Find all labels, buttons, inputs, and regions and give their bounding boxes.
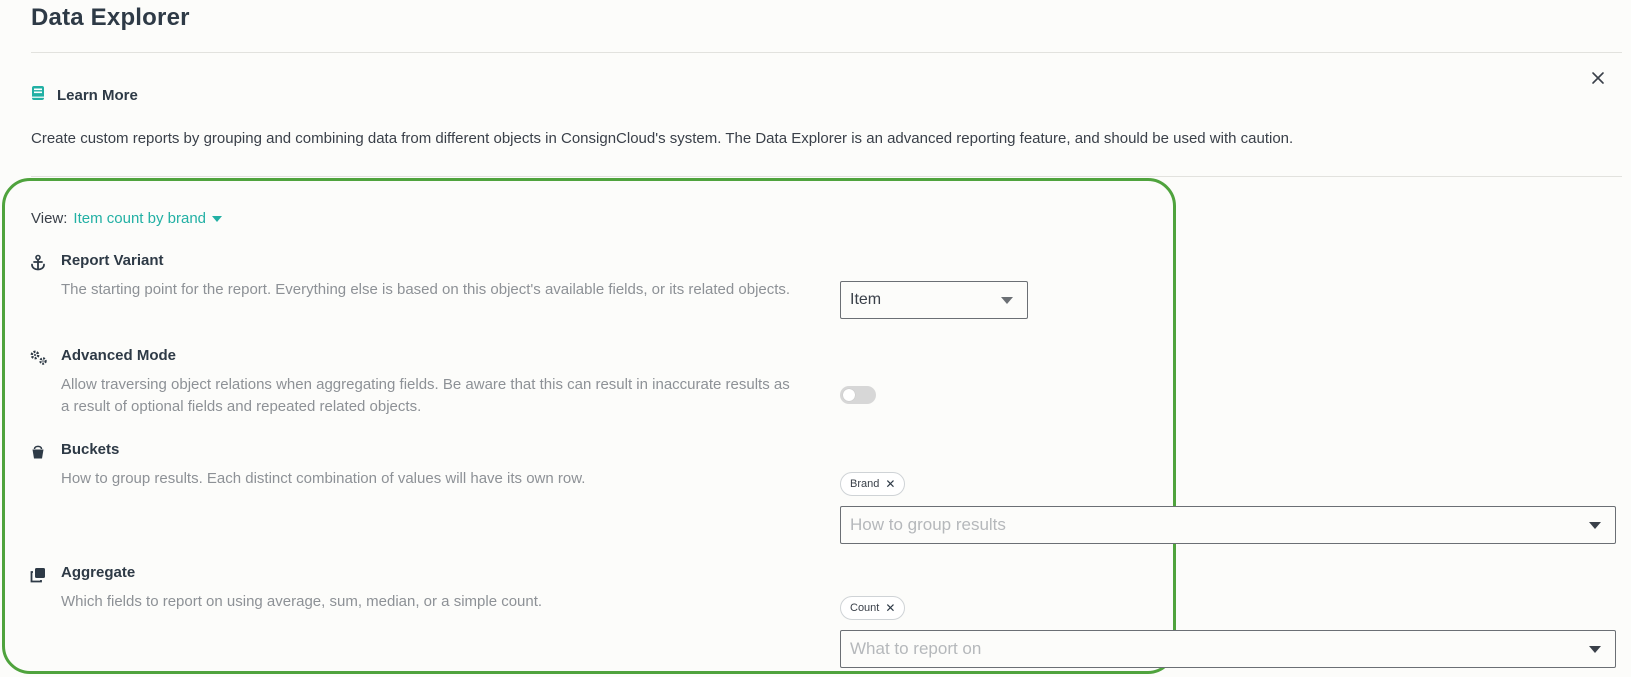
anchor-icon [29,254,47,272]
book-icon [31,85,45,106]
bucket-chip-label: Brand [850,478,880,490]
page-title: Data Explorer [31,4,190,31]
report-variant-select[interactable]: Item [840,281,1028,319]
aggregate-input[interactable] [850,639,1550,659]
buckets-input[interactable] [850,515,1550,535]
caret-down-icon [1589,646,1601,653]
aggregate-chip-label: Count [850,602,880,614]
buckets-select[interactable] [840,506,1616,544]
intro-text: Create custom reports by grouping and co… [31,130,1294,147]
report-variant-title: Report Variant [61,252,164,269]
view-row: View: Item count by brand [31,210,222,227]
advanced-mode-toggle[interactable] [840,386,876,404]
buckets-description: How to group results. Each distinct comb… [61,470,586,487]
learn-more-label: Learn More [57,87,138,104]
bucket-icon [29,443,47,461]
advanced-mode-description: Allow traversing object relations when a… [61,376,790,415]
remove-chip-icon[interactable]: ✕ [885,477,895,491]
aggregate-chip-count: Count ✕ [840,596,906,620]
aggregate-description: Which fields to report on using average,… [61,593,543,610]
caret-down-icon [1589,522,1601,529]
header-divider [31,52,1622,53]
report-variant-description: The starting point for the report. Every… [61,281,791,298]
intro-divider [31,176,1622,177]
caret-down-icon [212,215,222,222]
aggregate-select[interactable] [840,630,1616,668]
aggregate-title: Aggregate [61,564,136,581]
buckets-title: Buckets [61,441,120,458]
view-label: View: [31,210,68,227]
gears-icon [29,349,47,367]
close-icon [1592,72,1604,84]
bucket-chip-brand: Brand ✕ [840,472,906,496]
toggle-knob [843,389,855,401]
view-select[interactable]: Item count by brand [73,210,222,227]
view-selected-value: Item count by brand [73,210,206,227]
caret-down-icon [1001,297,1013,304]
close-button[interactable] [1588,68,1608,88]
remove-chip-icon[interactable]: ✕ [885,601,895,615]
learn-more-link[interactable]: Learn More [31,85,138,106]
report-variant-value: Item [850,291,882,308]
advanced-mode-title: Advanced Mode [61,347,177,364]
copy-icon [29,566,47,584]
